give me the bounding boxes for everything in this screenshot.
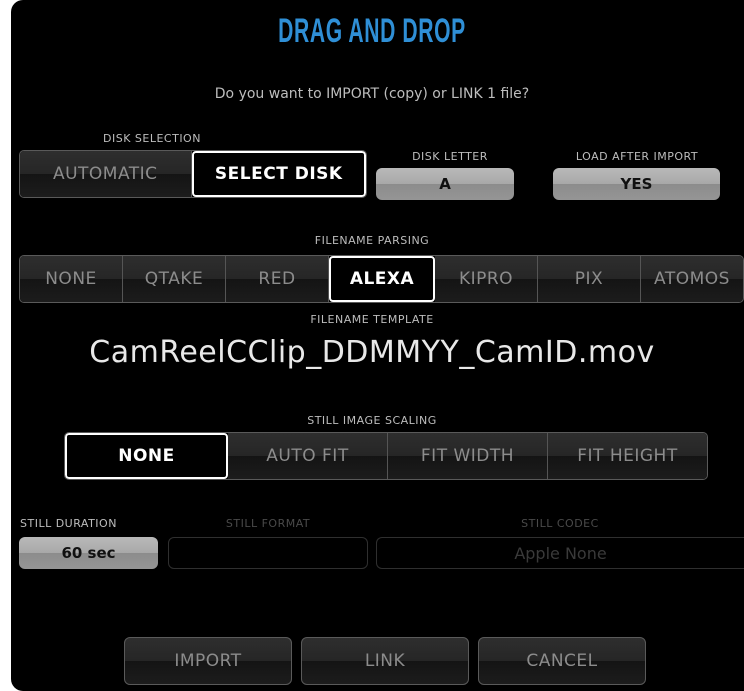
disk-selection-select-disk[interactable]: SELECT DISK [191,151,366,197]
parsing-red[interactable]: RED [226,256,329,302]
still-format-label: STILL FORMAT [225,517,311,530]
filename-template-label: FILENAME TEMPLATE [310,313,434,326]
filename-parsing-control: NONE QTAKE RED ALEXA KIPRO PIX ATOMOS [19,255,744,303]
filename-parsing-label: FILENAME PARSING [314,234,430,247]
scaling-fit-height[interactable]: FIT HEIGHT [548,433,707,479]
still-codec-field: Apple None [376,537,744,569]
disk-letter-button[interactable]: A [376,168,514,200]
still-image-scaling-control: NONE AUTO FIT FIT WIDTH FIT HEIGHT [64,432,708,480]
disk-selection-label: DISK SELECTION [103,132,201,145]
load-after-import-button[interactable]: YES [553,168,720,200]
import-question: Do you want to IMPORT (copy) or LINK 1 f… [214,86,530,102]
still-format-field [168,537,368,569]
parsing-alexa[interactable]: ALEXA [329,256,435,302]
scaling-auto-fit[interactable]: AUTO FIT [228,433,388,479]
disk-letter-label: DISK LETTER [412,150,488,163]
cancel-button[interactable]: CANCEL [478,637,646,685]
parsing-kipro[interactable]: KIPRO [435,256,538,302]
still-duration-label: STILL DURATION [20,517,117,530]
still-image-scaling-label: STILL IMAGE SCALING [307,414,437,427]
still-duration-button[interactable]: 60 sec [19,537,158,569]
parsing-qtake[interactable]: QTAKE [123,256,226,302]
filename-template-value: CamReelCClip_DDMMYY_CamID.mov [89,335,655,370]
scaling-fit-width[interactable]: FIT WIDTH [388,433,548,479]
import-button[interactable]: IMPORT [124,637,292,685]
disk-selection-control: AUTOMATIC SELECT DISK [19,150,367,198]
parsing-atomos[interactable]: ATOMOS [641,256,743,302]
scaling-none[interactable]: NONE [65,433,228,479]
still-codec-label: STILL CODEC [521,517,599,530]
disk-selection-automatic[interactable]: AUTOMATIC [20,151,192,197]
load-after-import-label: LOAD AFTER IMPORT [575,150,699,163]
link-button[interactable]: LINK [301,637,469,685]
dialog-title: DRAG AND DROP [278,12,466,50]
parsing-pix[interactable]: PIX [538,256,641,302]
parsing-none[interactable]: NONE [20,256,123,302]
